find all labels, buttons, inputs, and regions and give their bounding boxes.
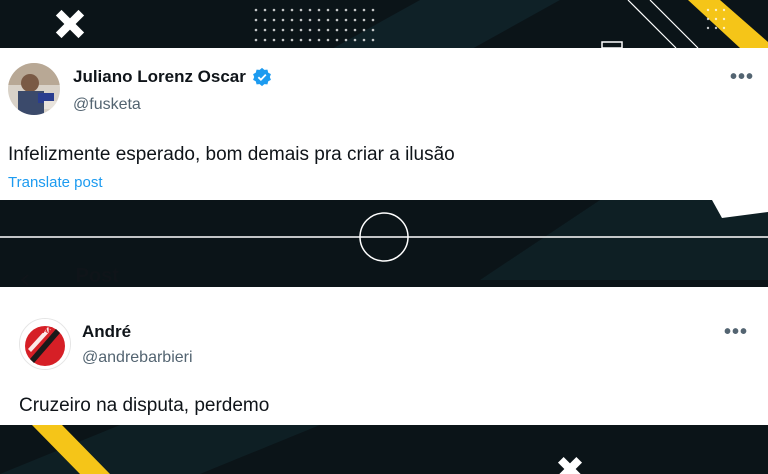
more-options-icon[interactable]: •••	[730, 67, 754, 87]
verified-badge-icon	[252, 67, 272, 87]
author-name-row[interactable]: Juliano Lorenz Oscar	[73, 67, 272, 87]
arrow-left-icon[interactable]	[20, 270, 34, 286]
author-handle[interactable]: @andrebarbieri	[82, 349, 193, 367]
avatar-crest-text: CAP	[37, 326, 55, 335]
more-options-icon[interactable]: •••	[724, 322, 748, 342]
post-header-peek: Post	[20, 265, 119, 287]
author-name[interactable]: André	[82, 322, 131, 342]
translate-post-link[interactable]: Translate post	[8, 174, 103, 191]
tweet-text: Infelizmente esperado, bom demais pra cr…	[8, 144, 455, 165]
avatar[interactable]	[8, 63, 60, 115]
author-handle[interactable]: @fusketa	[73, 96, 141, 114]
tweet-text: Cruzeiro na disputa, perdemo	[19, 395, 270, 416]
tweet-card-1[interactable]: Juliano Lorenz Oscar @fusketa ••• Infeli…	[0, 48, 768, 200]
post-header-title: Post	[75, 265, 119, 287]
author-name[interactable]: Juliano Lorenz Oscar	[73, 67, 246, 87]
avatar[interactable]: CAP	[19, 318, 71, 370]
tweet-card-2[interactable]: CAP André @andrebarbieri ••• Cruzeiro na…	[0, 287, 768, 425]
